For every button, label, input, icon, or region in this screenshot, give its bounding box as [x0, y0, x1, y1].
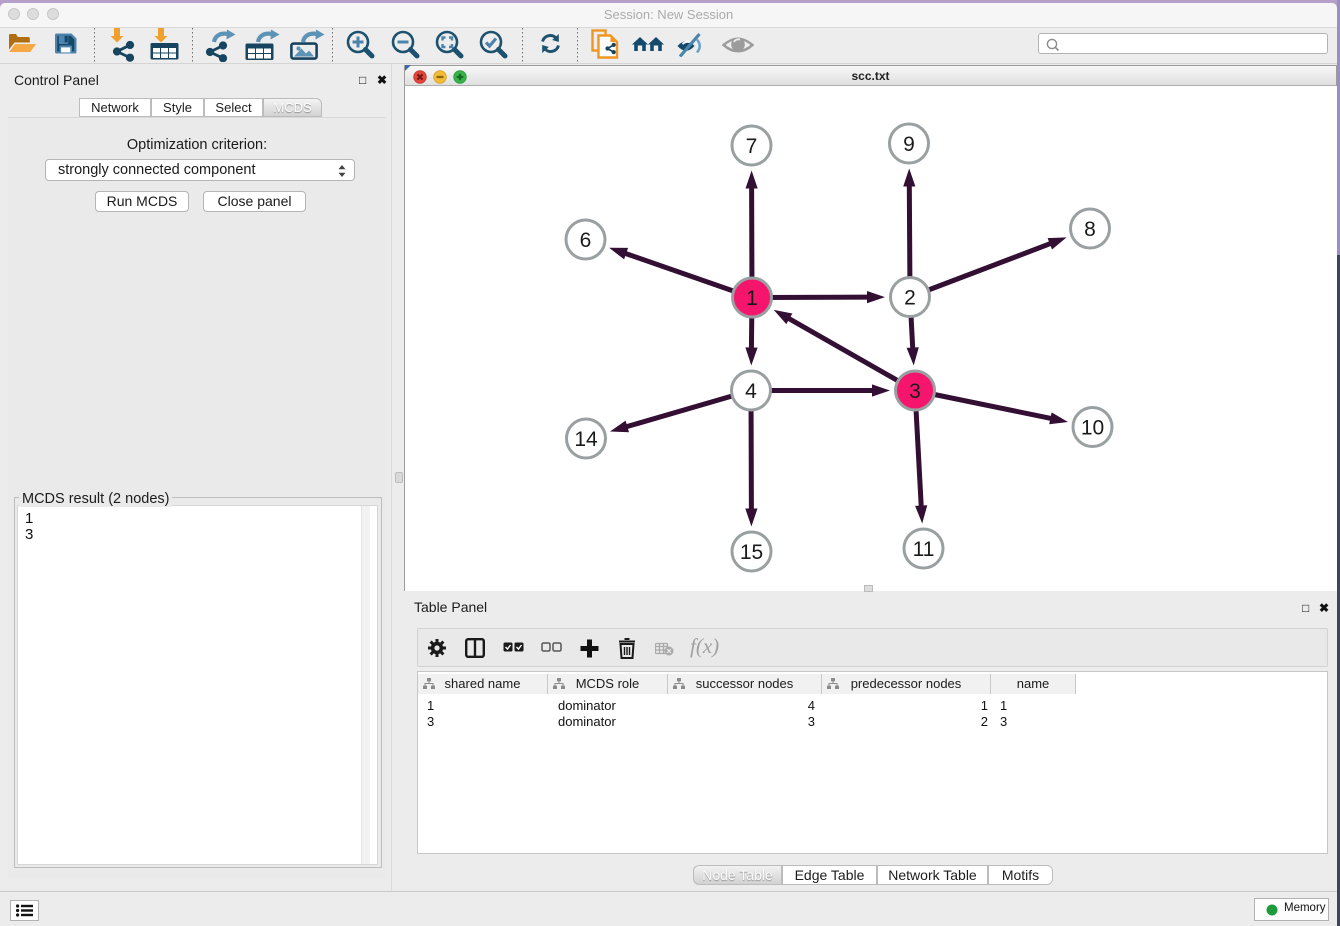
svg-text:14: 14: [574, 428, 598, 451]
svg-text:2: 2: [904, 287, 916, 310]
svg-text:7: 7: [746, 135, 758, 158]
svg-text:6: 6: [580, 229, 592, 252]
svg-text:10: 10: [1081, 417, 1104, 440]
svg-text:1: 1: [746, 287, 758, 310]
svg-text:15: 15: [740, 541, 763, 564]
svg-text:9: 9: [903, 133, 915, 156]
svg-text:4: 4: [745, 380, 757, 403]
svg-text:3: 3: [909, 380, 921, 403]
svg-text:8: 8: [1084, 218, 1096, 241]
svg-text:11: 11: [913, 538, 935, 561]
